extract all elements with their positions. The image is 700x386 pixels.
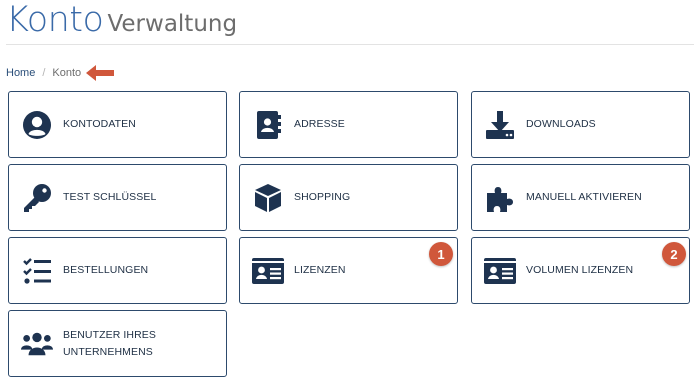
tile-label: DOWNLOADS: [526, 118, 596, 130]
tile-label: ADRESSE: [294, 118, 345, 130]
tile-label: TEST SCHLÜSSEL: [63, 191, 157, 203]
tile-label: LIZENZEN: [294, 264, 346, 276]
tile-label: KONTODATEN: [63, 118, 136, 130]
puzzle-icon: [484, 182, 516, 214]
id-card-icon: [252, 255, 284, 287]
page-title-main: Konto: [6, 0, 104, 40]
address-book-icon: [252, 109, 284, 141]
callout-badge: 2: [662, 242, 686, 266]
tile-label: VOLUMEN LIZENZEN: [526, 264, 634, 276]
tile-downloads[interactable]: DOWNLOADS: [471, 91, 690, 158]
tile-label: BESTELLUNGEN: [63, 264, 149, 276]
breadcrumb-home-link[interactable]: Home: [6, 67, 35, 79]
box-icon: [252, 182, 284, 214]
tile-kontodaten[interactable]: KONTODATEN: [8, 91, 227, 158]
page-title: Konto Verwaltung: [6, 0, 237, 40]
checklist-icon: [21, 255, 53, 287]
id-card-icon: [484, 255, 516, 287]
download-icon: [484, 109, 516, 141]
arrow-left-icon: [85, 64, 115, 82]
tile-manuell-aktivieren[interactable]: MANUELL AKTIVIEREN: [471, 164, 690, 231]
tile-test-schluessel[interactable]: TEST SCHLÜSSEL: [8, 164, 227, 231]
page-title-sub: Verwaltung: [107, 11, 238, 37]
tile-lizenzen[interactable]: LIZENZEN 1: [239, 237, 458, 304]
breadcrumb-separator: /: [42, 67, 46, 79]
breadcrumb-current: Konto: [52, 67, 82, 79]
tile-adresse[interactable]: ADRESSE: [239, 91, 458, 158]
tile-shopping[interactable]: SHOPPING: [239, 164, 458, 231]
tile-label: MANUELL AKTIVIEREN: [526, 191, 642, 203]
tile-label: SHOPPING: [294, 191, 351, 203]
header-divider: [6, 44, 694, 45]
tile-bestellungen[interactable]: BESTELLUNGEN: [8, 237, 227, 304]
tile-volumen-lizenzen[interactable]: VOLUMEN LIZENZEN 2: [471, 237, 690, 304]
user-circle-icon: [21, 109, 53, 141]
tile-label: BENUTZER IHRES UNTERNEHMENS: [63, 328, 156, 358]
users-icon: [21, 328, 53, 360]
callout-badge: 1: [429, 242, 453, 266]
tile-benutzer-ihres-unternehmens[interactable]: BENUTZER IHRES UNTERNEHMENS: [8, 310, 227, 377]
breadcrumb: Home / Konto: [6, 64, 115, 82]
key-icon: [21, 182, 53, 214]
